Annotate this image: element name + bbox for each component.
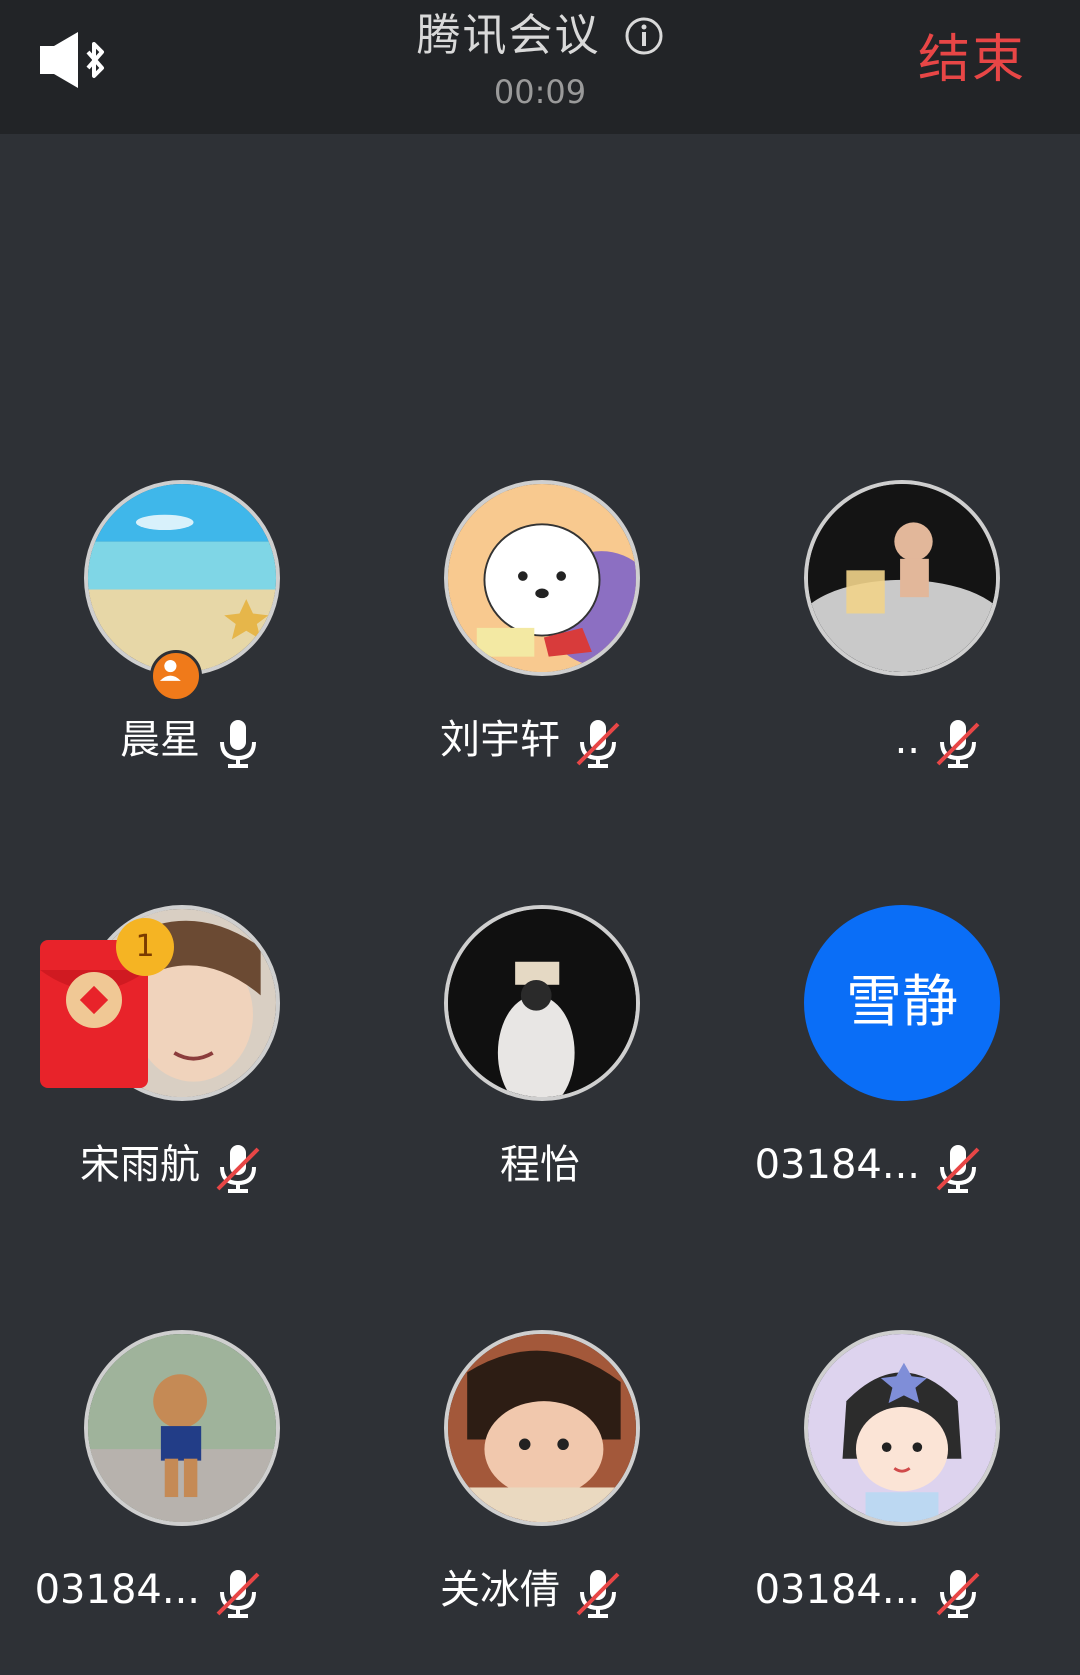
participant-name: .. <box>894 717 920 763</box>
muted-microphone-icon[interactable] <box>932 1143 984 1195</box>
text-avatar: 雪静 <box>804 905 1000 1101</box>
avatar <box>804 1330 1000 1526</box>
avatar <box>804 480 1000 676</box>
participant-tile[interactable]: 关冰倩 <box>360 1330 720 1660</box>
end-meeting-button[interactable]: 结束 <box>918 28 1026 92</box>
participant-tile[interactable]: 03184... <box>0 1330 360 1660</box>
muted-microphone-icon[interactable] <box>572 1568 624 1620</box>
participant-tile[interactable]: .. <box>720 480 1080 810</box>
avatar <box>444 480 640 676</box>
meeting-title: 腾讯会议 <box>416 10 601 61</box>
avatar <box>444 1330 640 1526</box>
participant-tile[interactable]: 03184... <box>720 1330 1080 1660</box>
muted-microphone-icon[interactable] <box>212 1143 264 1195</box>
microphone-icon[interactable] <box>212 718 264 770</box>
muted-microphone-icon[interactable] <box>932 718 984 770</box>
avatar <box>444 905 640 1101</box>
red-packet-count-badge: 1 <box>116 918 174 976</box>
participant-tile[interactable]: 程怡 <box>360 905 720 1235</box>
muted-microphone-icon[interactable] <box>572 718 624 770</box>
participant-name: 03184... <box>754 1142 920 1188</box>
avatar <box>84 480 280 676</box>
participant-name: 晨星 <box>120 717 200 763</box>
participant-name: 关冰倩 <box>440 1567 560 1613</box>
participant-name: 03184... <box>34 1567 200 1613</box>
participant-name: 03184... <box>754 1567 920 1613</box>
participant-name: 宋雨航 <box>80 1142 200 1188</box>
participant-tile[interactable]: 晨星 <box>0 480 360 810</box>
participant-name: 刘宇轩 <box>440 717 560 763</box>
info-icon[interactable] <box>624 16 664 56</box>
avatar <box>84 1330 280 1526</box>
participant-tile[interactable]: 刘宇轩 <box>360 480 720 810</box>
top-bar: 腾讯会议 00:09 结束 <box>0 0 1080 134</box>
participant-tile[interactable]: 雪静 03184... <box>720 905 1080 1235</box>
host-badge-icon <box>150 650 202 702</box>
muted-microphone-icon[interactable] <box>932 1568 984 1620</box>
muted-microphone-icon[interactable] <box>212 1568 264 1620</box>
participant-name: 程怡 <box>500 1142 580 1188</box>
